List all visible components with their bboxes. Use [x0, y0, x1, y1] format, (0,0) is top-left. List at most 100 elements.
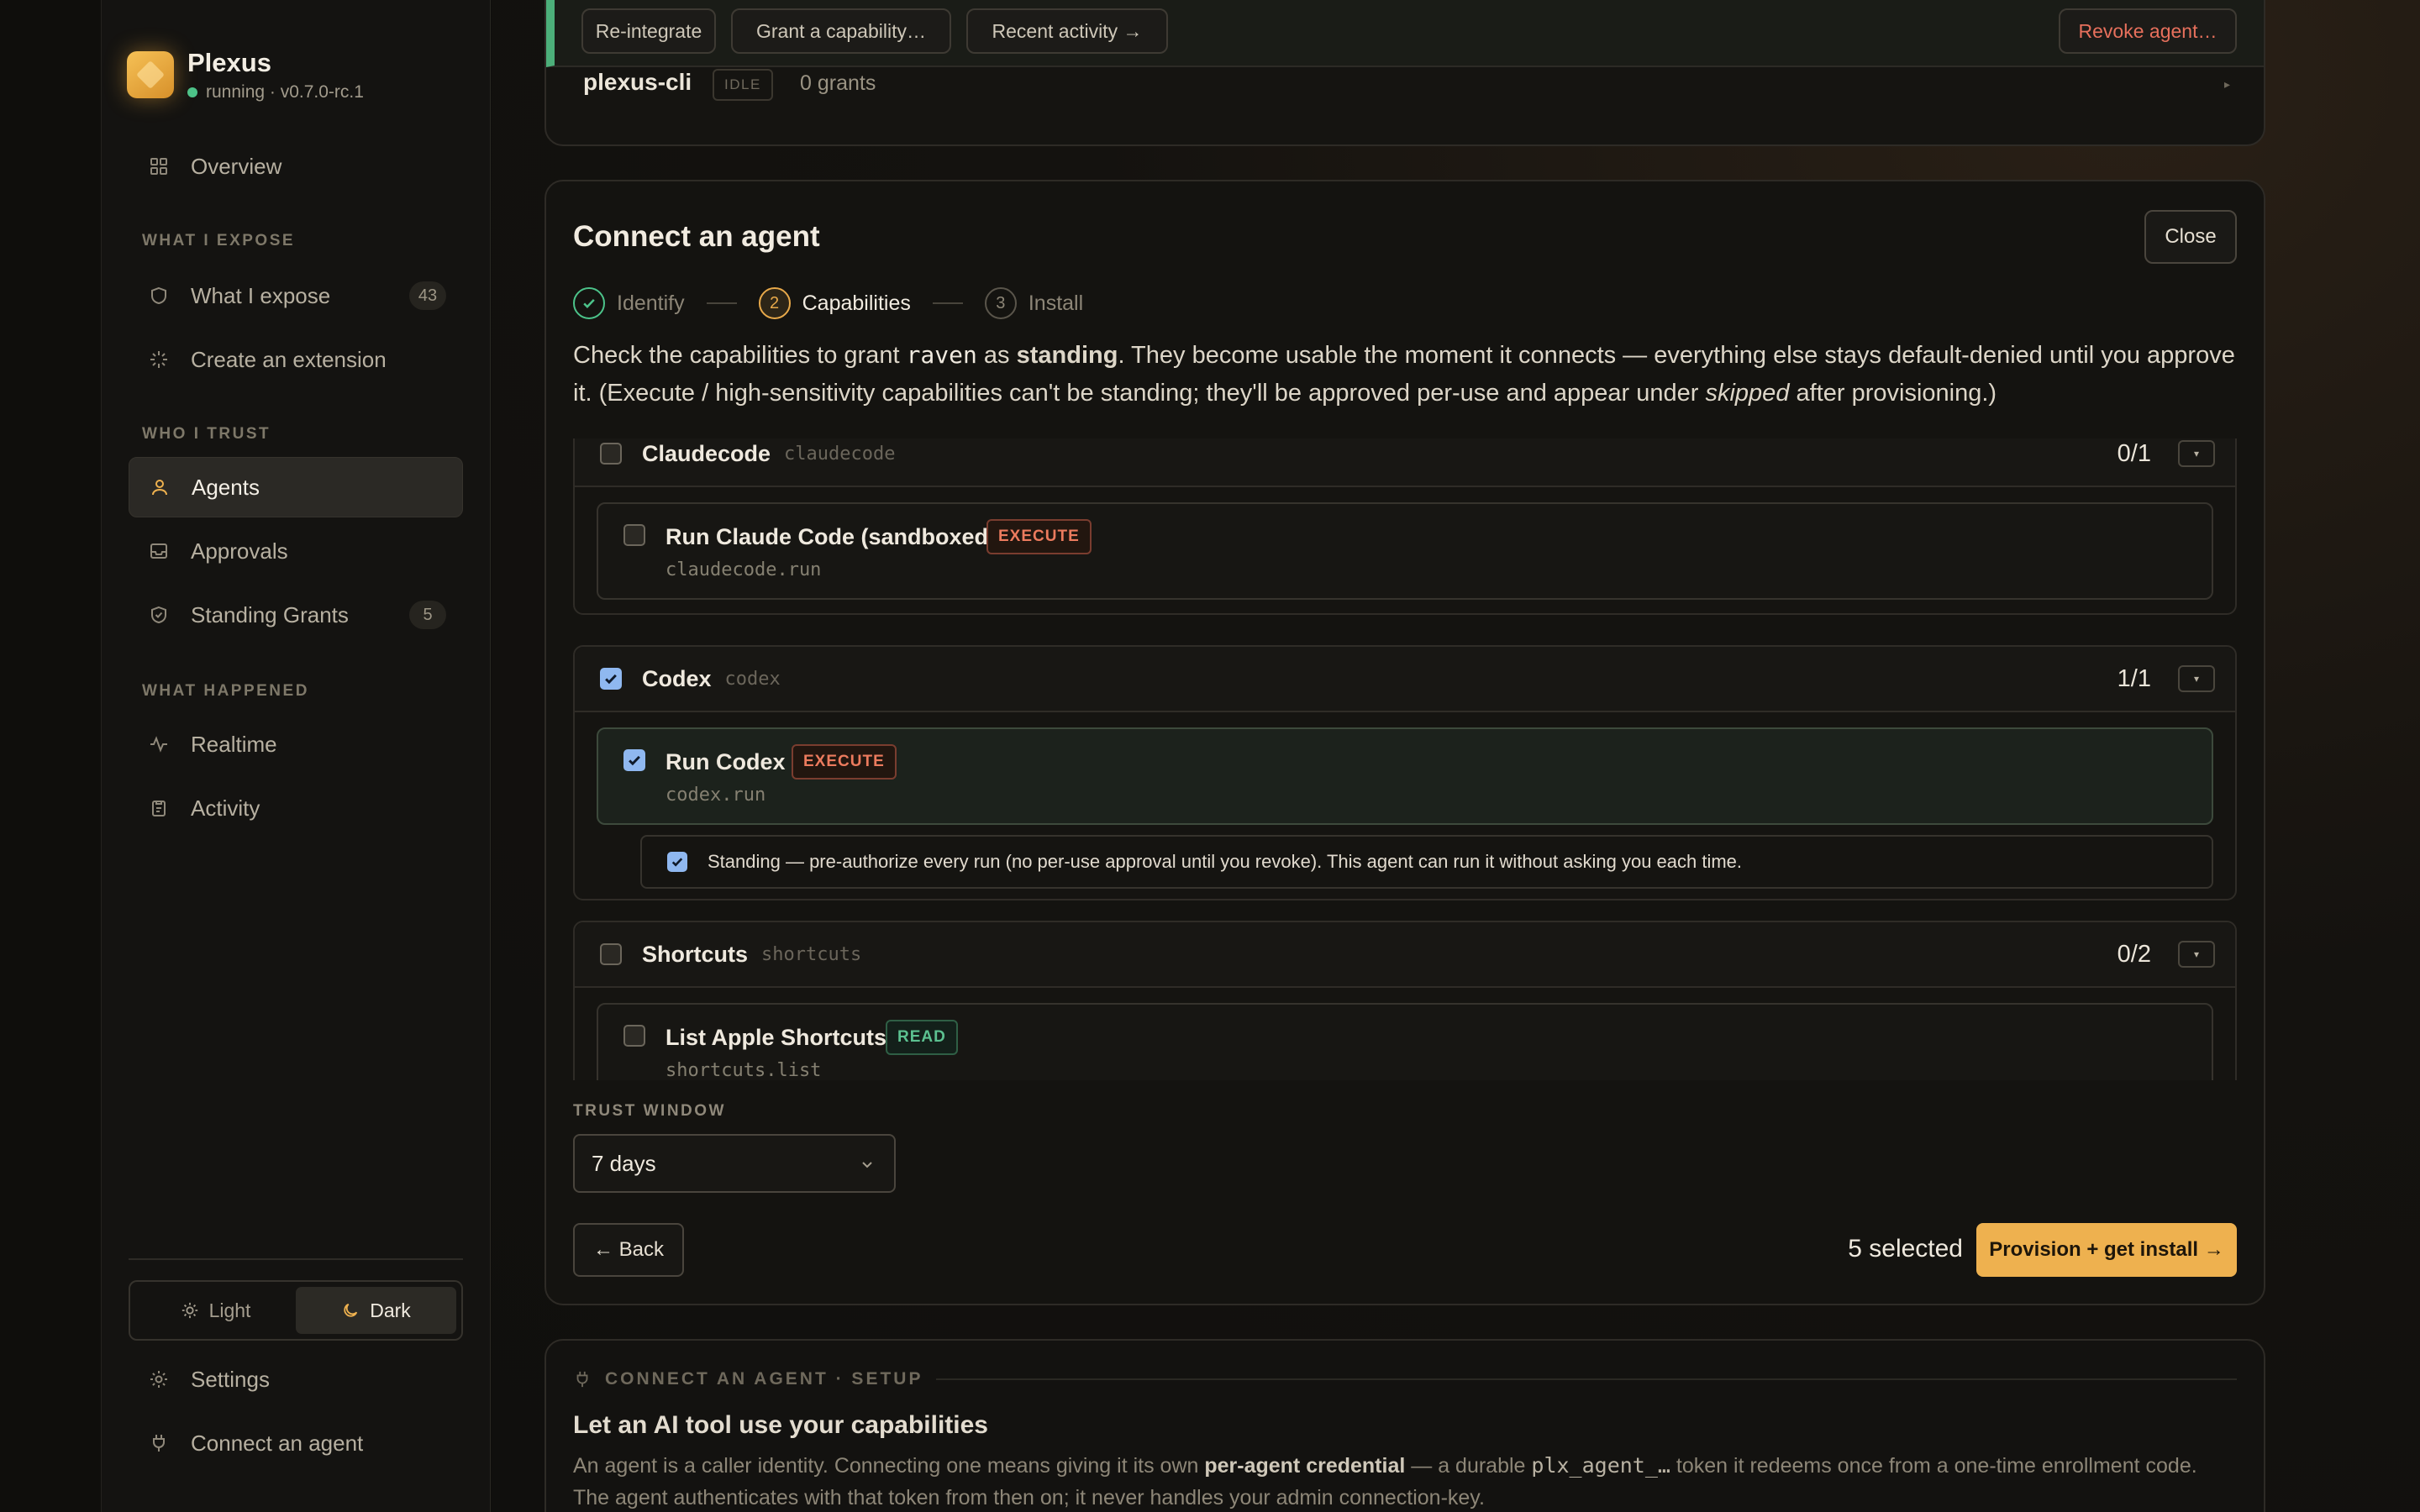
trust-window-select[interactable]: 7 days — [573, 1134, 896, 1193]
capability-checkbox[interactable] — [623, 749, 645, 771]
group-slug: shortcuts — [761, 943, 862, 965]
sidebar-item-label: Overview — [191, 153, 282, 179]
chevron-down-icon — [862, 1162, 872, 1168]
status-dot-icon — [187, 87, 197, 97]
sidebar-item-what-i-expose[interactable]: What I expose 43 — [129, 265, 463, 326]
group-checkbox[interactable] — [600, 668, 622, 690]
checkmark-icon — [629, 755, 640, 766]
standing-text: Standing — pre-authorize every run (no p… — [708, 851, 1743, 872]
capability-name: Run Codex — [666, 749, 786, 774]
close-button[interactable]: Close — [2144, 210, 2237, 264]
sidebar-item-approvals[interactable]: Approvals — [129, 521, 463, 581]
sidebar-item-label: Approvals — [191, 538, 288, 564]
sidebar-item-label: Standing Grants — [191, 601, 349, 627]
trust-window-label: TRUST WINDOW — [573, 1102, 726, 1120]
group-header[interactable]: Codex codex 1/1 ▾ — [575, 647, 2235, 712]
capability-item[interactable]: List Apple Shortcuts READ shortcuts.list — [597, 1003, 2213, 1080]
sidebar-item-standing-grants[interactable]: Standing Grants 5 — [129, 585, 463, 645]
read-tag: READ — [886, 1020, 958, 1055]
step-label: Install — [1028, 291, 1084, 315]
setup-body: An agent is a caller identity. Connectin… — [573, 1453, 2197, 1509]
reintegrate-button[interactable]: Re-integrate — [581, 8, 716, 54]
sidebar-item-label: What I expose — [191, 282, 331, 308]
theme-light-label: Light — [208, 1299, 251, 1321]
step-label: Capabilities — [802, 291, 911, 315]
recent-activity-button[interactable]: Recent activity → — [966, 8, 1168, 54]
shield-icon — [147, 284, 171, 307]
group-checkbox[interactable] — [600, 943, 622, 965]
setup-card: CONNECT AN AGENT · SETUP Let an AI tool … — [544, 1339, 2265, 1512]
agent-actions-row: Re-integrate Grant a capability… Recent … — [546, 0, 2264, 67]
step-capabilities[interactable]: 2 Capabilities — [758, 287, 911, 319]
sidebar-item-label: Realtime — [191, 731, 277, 757]
group-count: 1/1 — [2117, 664, 2151, 692]
theme-dark-button[interactable]: Dark — [296, 1287, 456, 1334]
provision-button[interactable]: Provision + get install → — [1976, 1223, 2237, 1277]
brand: Plexus running · v0.7.0-rc.1 — [127, 47, 364, 102]
trust-window-value: 7 days — [592, 1150, 656, 1176]
step-identify[interactable]: Identify — [573, 287, 685, 319]
grant-capability-button[interactable]: Grant a capability… — [731, 8, 951, 54]
chevron-down-icon[interactable]: ▾ — [2178, 941, 2215, 968]
capability-list-lower: Codex codex 1/1 ▾ Run Codex EXECUTE code… — [573, 438, 2237, 1080]
agent-card: Re-integrate Grant a capability… Recent … — [544, 0, 2265, 146]
agent-name[interactable]: plexus-cli — [583, 69, 692, 96]
app-name: Plexus — [187, 48, 271, 77]
status-badge: IDLE — [713, 69, 773, 101]
group-name: Shortcuts — [642, 941, 749, 967]
app-status-text: running · v0.7.0-rc.1 — [206, 82, 364, 102]
pulse-icon — [147, 732, 171, 756]
setup-eyebrow: CONNECT AN AGENT · SETUP — [573, 1369, 2237, 1389]
agent-identifier: raven — [906, 341, 977, 369]
section-what-i-expose: WHAT I EXPOSE — [142, 232, 296, 249]
step-number: 2 — [758, 287, 791, 319]
step-separator — [932, 302, 963, 304]
sidebar-item-label: Agents — [192, 474, 260, 500]
group-header[interactable]: Shortcuts shortcuts 0/2 ▾ — [575, 922, 2235, 988]
section-who-i-trust: WHO I TRUST — [142, 425, 271, 443]
shield-check-icon — [147, 603, 171, 627]
step-install[interactable]: 3 Install — [984, 287, 1084, 319]
capability-item[interactable]: Run Codex EXECUTE codex.run — [597, 727, 2213, 825]
chevron-down-icon[interactable]: ▾ — [2178, 665, 2215, 692]
theme-light-button[interactable]: Light — [135, 1287, 296, 1334]
check-icon — [573, 287, 605, 319]
sidebar-item-connect-agent[interactable]: Connect an agent — [129, 1413, 463, 1473]
sidebar-item-realtime[interactable]: Realtime — [129, 714, 463, 774]
expand-caret-icon[interactable]: ▸ — [2224, 77, 2230, 92]
gear-icon — [147, 1368, 171, 1391]
sidebar-item-label: Create an extension — [191, 346, 387, 372]
capability-group-codex: Codex codex 1/1 ▾ Run Codex EXECUTE code… — [573, 645, 2237, 900]
inbox-icon — [147, 539, 171, 563]
app-status: running · v0.7.0-rc.1 — [187, 82, 364, 102]
capability-name: List Apple Shortcuts — [666, 1025, 887, 1050]
count-badge: 43 — [409, 281, 446, 310]
sidebar-item-create-extension[interactable]: Create an extension — [129, 329, 463, 390]
capability-id: codex.run — [666, 785, 766, 806]
revoke-agent-button[interactable]: Revoke agent… — [2059, 8, 2237, 54]
sidebar-divider — [129, 1258, 463, 1260]
standing-option[interactable]: Standing — pre-authorize every run (no p… — [640, 835, 2213, 889]
group-count: 0/2 — [2117, 940, 2151, 968]
back-button[interactable]: ← Back — [573, 1223, 684, 1277]
grants-count: 0 grants — [800, 71, 876, 95]
section-what-happened: WHAT HAPPENED — [142, 682, 309, 700]
sun-icon — [182, 1302, 197, 1319]
capability-group-shortcuts: Shortcuts shortcuts 0/2 ▾ List Apple Sho… — [573, 921, 2237, 1080]
stepper: Identify 2 Capabilities 3 Install — [573, 287, 1083, 319]
sidebar-item-overview[interactable]: Overview — [129, 136, 463, 197]
capability-checkbox[interactable] — [623, 1025, 645, 1047]
sidebar-item-agents[interactable]: Agents — [129, 457, 463, 517]
sidebar-item-label: Activity — [191, 795, 260, 821]
sidebar-item-activity[interactable]: Activity — [129, 778, 463, 838]
standing-checkbox[interactable] — [667, 852, 687, 872]
plexus-logo — [127, 51, 174, 98]
sidebar-item-settings[interactable]: Settings — [129, 1349, 463, 1410]
sparkle-icon — [147, 348, 171, 371]
plug-icon — [147, 1431, 171, 1455]
theme-dark-label: Dark — [370, 1299, 411, 1321]
sidebar: Plexus running · v0.7.0-rc.1 Overview WH… — [101, 0, 491, 1512]
setup-eyebrow-text: CONNECT AN AGENT · SETUP — [605, 1369, 923, 1389]
checkmark-icon — [605, 674, 617, 685]
connect-agent-title: Connect an agent — [573, 220, 820, 253]
